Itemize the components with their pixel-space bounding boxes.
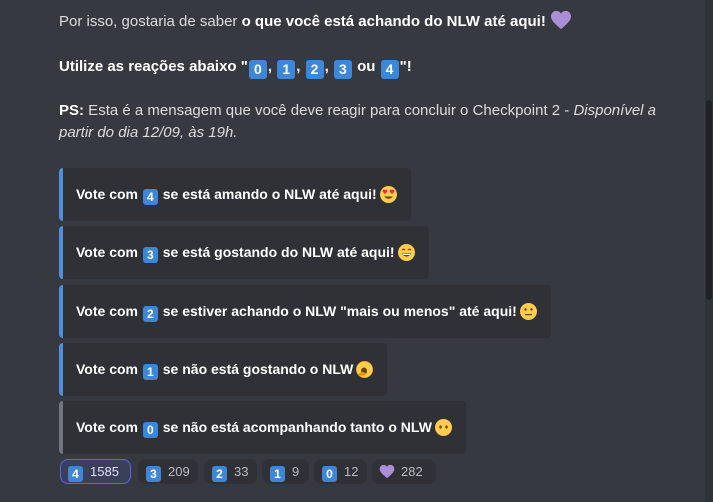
reaction-count: 209 [168, 464, 190, 479]
reaction-count: 33 [234, 464, 249, 479]
embed-text: se não está gostando o NLW [162, 361, 354, 377]
scrollbar[interactable] [705, 0, 713, 502]
vote-embed-4: Vote com 4 se está amando o NLW até aqui… [59, 168, 411, 221]
neutral-face-emoji-icon [519, 303, 537, 320]
reaction-count: 282 [401, 464, 423, 479]
keycap-2-icon: 2 [305, 60, 324, 79]
keycap-4-icon: 4 [68, 466, 83, 482]
keycap-1-icon: 1 [277, 60, 296, 79]
instruction-line: Utilize as reações abaixo " 0, 1, 2, 3 ou… [59, 58, 412, 79]
reaction-keycap-4[interactable]: 4 1585 [60, 459, 131, 484]
ps-paragraph: PS: Esta é a mensagem que você deve reag… [59, 100, 659, 144]
ps-text: Esta é a mensagem que você deve reagir p… [84, 102, 574, 119]
embed-text: se está amando o NLW até aqui! [162, 186, 377, 202]
ps-italic-2: partir do dia 12/09, às 19h. [59, 124, 238, 141]
embed-prefix: Vote com [76, 244, 138, 260]
heart-eyes-emoji-icon [379, 186, 397, 203]
purple-heart-icon [550, 10, 571, 30]
reaction-keycap-1[interactable]: 19 [262, 459, 309, 484]
embed-text: se está gostando do NLW até aqui! [162, 244, 395, 260]
ps-italic-1: Disponível a [573, 102, 656, 119]
intro-line: Por isso, gostaria de saber o que você e… [59, 10, 659, 33]
keycap-3-icon: 3 [333, 60, 352, 79]
vote-embed-2: Vote com 2 se estiver achando o NLW "mai… [59, 285, 551, 338]
embed-prefix: Vote com [76, 303, 138, 319]
reaction-purple-heart[interactable]: 282 [372, 459, 436, 484]
keycap-3-icon: 3 [146, 466, 161, 482]
or-word: ou [357, 58, 376, 75]
reaction-count: 12 [344, 464, 359, 479]
vote-embed-0: Vote com 0 se não está acompanhando tant… [59, 401, 466, 454]
vote-embed-1: Vote com 1 se não está gostando o NLW [59, 343, 388, 396]
keycap-0-icon: 0 [142, 422, 158, 438]
reaction-keycap-3[interactable]: 3 209 [138, 459, 198, 484]
no-mouth-emoji-icon [434, 419, 452, 436]
instruction-suffix: "! [399, 58, 412, 75]
reaction-keycap-0[interactable]: 0 12 [314, 459, 367, 484]
yawning-emoji-icon [356, 361, 374, 378]
embed-text: se não está acompanhando tanto o NLW [162, 419, 432, 435]
intro-text: Por isso, gostaria de saber [59, 13, 242, 30]
embed-prefix: Vote com [76, 419, 138, 435]
keycap-1-icon: 1 [142, 364, 158, 380]
reaction-count: 1585 [90, 464, 119, 479]
embed-prefix: Vote com [76, 361, 138, 377]
scrollbar-thumb[interactable] [706, 100, 712, 300]
keycap-1-icon: 1 [270, 466, 285, 482]
embed-text: se estiver achando o NLW "mais ou menos"… [162, 303, 517, 319]
instruction-text: Utilize as reações abaixo " [59, 58, 248, 75]
embed-prefix: Vote com [76, 186, 138, 202]
keycap-4-icon: 4 [142, 189, 158, 205]
purple-heart-icon [379, 464, 395, 479]
vote-embed-3: Vote com 3 se está gostando do NLW até a… [59, 226, 429, 279]
reaction-keycap-2[interactable]: 2 33 [204, 459, 257, 484]
intro-bold-text: o que você está achando do NLW até aqui! [241, 13, 546, 30]
keycap-0-icon: 0 [322, 466, 337, 482]
keycap-4-icon: 4 [380, 60, 399, 79]
ps-label: PS: [59, 102, 85, 119]
keycap-0-icon: 0 [248, 60, 267, 79]
keycap-3-icon: 3 [142, 247, 158, 263]
grinning-emoji-icon [397, 244, 415, 261]
keycap-2-icon: 2 [142, 306, 158, 322]
keycap-2-icon: 2 [212, 466, 227, 482]
reaction-count: 9 [292, 464, 300, 479]
